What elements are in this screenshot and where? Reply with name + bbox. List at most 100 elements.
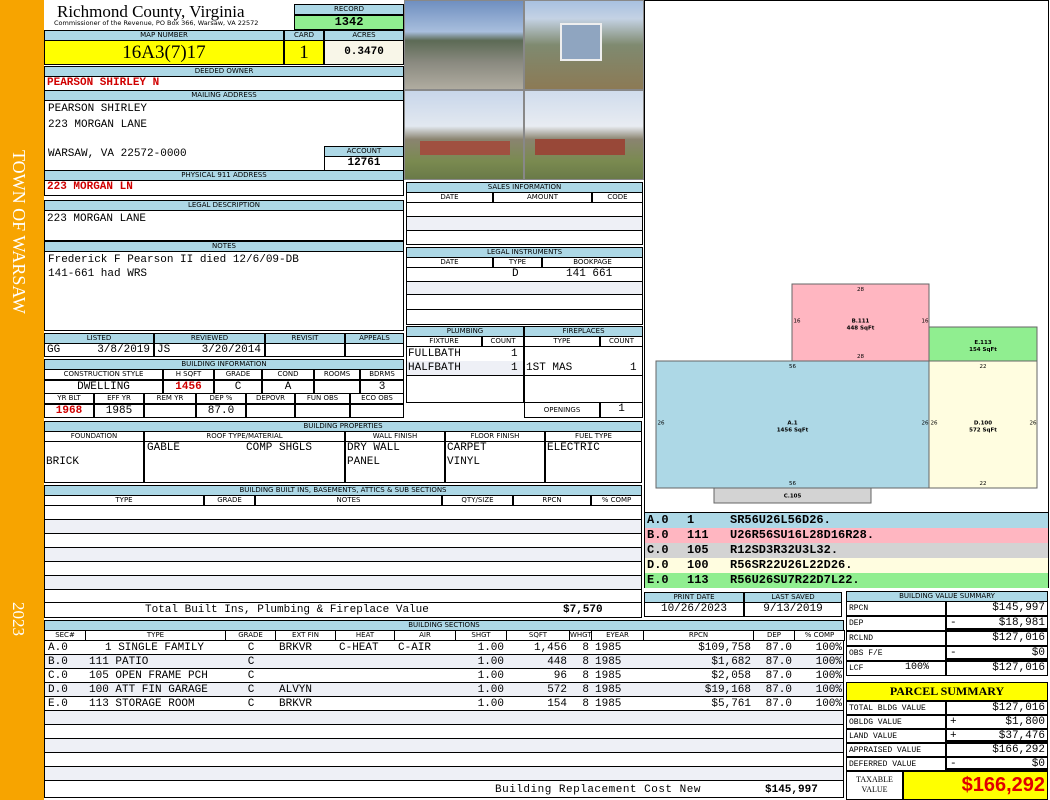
empty-row <box>45 753 843 767</box>
building-info-value <box>314 380 360 394</box>
sketch-area-sqft: 1456 SqFt <box>777 428 809 434</box>
property-photo[interactable] <box>404 90 524 180</box>
appeals-value <box>345 343 404 357</box>
sketch-vectors: A.0 1 SR56U26L56D26. B.0 111 U26R56SU16L28D16… <box>644 512 1049 588</box>
section-col: AIR <box>394 630 456 641</box>
sign: + <box>950 730 957 742</box>
fixture: HALFBATH <box>408 362 461 374</box>
property-photo[interactable] <box>404 0 524 90</box>
section-cell: 154 <box>547 698 567 710</box>
sign: - <box>950 758 957 770</box>
sketch-area-label: E.113 <box>974 340 992 346</box>
lcf-percent: 100% <box>905 662 930 673</box>
mailing-line: PEARSON SHIRLEY <box>48 103 148 115</box>
sign: + <box>950 716 957 728</box>
record-number: 1342 <box>294 15 404 30</box>
builtins-rows <box>44 505 642 604</box>
property-photo[interactable] <box>524 90 644 180</box>
fuel-type: ELECTRIC <box>547 442 600 454</box>
parcel-value: $37,476 <box>998 730 1045 742</box>
property-photo[interactable] <box>524 0 644 90</box>
section-cell: $19,168 <box>704 684 751 696</box>
building-info-value: DWELLING <box>44 380 163 394</box>
section-cell: 100% <box>815 670 842 682</box>
physical-address: 223 MORGAN LN <box>44 180 404 196</box>
sketch-area-label: C.105 <box>784 494 802 500</box>
section-row: C.0 105 OPEN FRAME PCH C 1.00 96 8 1985 $2,058 8… <box>45 669 843 683</box>
wall-finish: DRY WALL <box>347 442 400 454</box>
sketch-area-sqft: 572 SqFt <box>969 428 997 434</box>
section-cell: 1.00 <box>477 656 504 668</box>
section-cell: 8 <box>582 642 589 654</box>
note-line: Frederick F Pearson II died 12/6/09-DB <box>48 254 299 266</box>
roof-material: COMP SHGLS <box>246 442 313 454</box>
sketch-area-sqft: 448 SqFt <box>847 326 875 332</box>
sketch-dimension: 26 <box>658 421 665 427</box>
reviewed-date: 3/20/2014 <box>201 344 261 356</box>
section-cell: 1,456 <box>533 642 567 654</box>
sales-col: AMOUNT <box>493 192 592 203</box>
sales-col: DATE <box>406 192 493 203</box>
builtins-row <box>45 506 641 520</box>
vector-cell: D.0 <box>647 558 669 572</box>
section-cell: 100% <box>815 698 842 710</box>
section-col: SHGT <box>455 630 507 641</box>
fireplace-type: 1ST MAS <box>526 362 573 374</box>
parcel-label: APPRAISED VALUE <box>846 743 946 757</box>
building-info-value <box>350 404 404 418</box>
section-col: EXT FIN <box>275 630 336 641</box>
value-summary-label: RCLND <box>846 631 946 646</box>
vector-cell: E.0 <box>647 573 669 587</box>
reviewed-cell: JS 3/20/2014 <box>154 343 265 357</box>
deeded-owner: PEARSON SHIRLEY N <box>44 76 404 91</box>
revisit-value <box>265 343 345 357</box>
value-summary-cell: $127,016 <box>946 661 1048 676</box>
section-col: HEAT <box>335 630 395 641</box>
section-cell: $109,758 <box>698 642 751 654</box>
office-subtitle: Commissioner of the Revenue, PO Box 366,… <box>54 19 259 27</box>
empty-row <box>45 711 843 725</box>
sign: - <box>950 647 957 659</box>
builtins-row <box>45 534 641 548</box>
parcel-cell: + $37,476 <box>946 729 1048 743</box>
section-cell: 8 <box>582 698 589 710</box>
foundation: BRICK <box>46 456 80 468</box>
section-cell: BRKVR <box>279 698 313 710</box>
sketch-dimension: 56 <box>789 481 796 487</box>
value-summary-label: RPCN <box>846 601 946 616</box>
section-cell: 100 ATT FIN GARAGE <box>89 684 208 696</box>
value-summary-cell: $145,997 <box>946 601 1048 616</box>
sketch-area-label: A.1 <box>787 421 797 427</box>
vector-cell: 100 <box>687 558 709 572</box>
section-cell: C <box>247 642 255 654</box>
openings-label: OPENINGS <box>524 402 600 418</box>
building-info-col: EFF YR <box>94 393 144 404</box>
section-cell: 87.0 <box>765 642 792 654</box>
vector-cell: 113 <box>687 573 709 587</box>
vector-cell: 105 <box>687 543 709 557</box>
parcel-cell: $127,016 <box>946 701 1048 715</box>
tax-year: 2023 <box>9 602 28 636</box>
section-cell: C <box>247 670 255 682</box>
fireplace-col: COUNT <box>600 336 643 347</box>
section-row: D.0 100 ATT FIN GARAGE C ALVYN 1.00 572 8 1985 $… <box>45 683 843 697</box>
building-info-value: 1968 <box>44 404 94 418</box>
builtins-total-row: Total Built Ins, Plumbing & Fireplace Va… <box>44 602 642 618</box>
building-info-value: 1985 <box>94 404 144 418</box>
building-sketch[interactable]: A.1 1456 SqFt 56 26 56 26 B.111 448 SqFt 28 16 28 1… <box>644 0 1049 513</box>
last-saved: 9/13/2019 <box>744 602 842 617</box>
sketch-dimension: 16 <box>922 319 929 325</box>
section-cell: 87.0 <box>765 684 792 696</box>
section-cell: C-HEAT <box>339 642 379 654</box>
section-cell: 448 <box>547 656 567 668</box>
section-col: SQFT <box>506 630 570 641</box>
building-info-value: 1456 <box>163 380 214 394</box>
building-info-value: 3 <box>360 380 404 394</box>
value-summary-value: $18,981 <box>998 617 1045 629</box>
sketch-vector-row: E.0 113 R56U26SU7R22D7L22. <box>645 573 1048 588</box>
sketch-vector-row: D.0 100 R56SR22U26L22D26. <box>645 558 1048 573</box>
section-cell: 87.0 <box>765 656 792 668</box>
notes: Frederick F Pearson II died 12/6/09-DB 1… <box>44 251 404 331</box>
vector-cell: SR56U26L56D26. <box>730 513 831 527</box>
sketch-vector-row: C.0 105 R12SD3R32U3L32. <box>645 543 1048 558</box>
